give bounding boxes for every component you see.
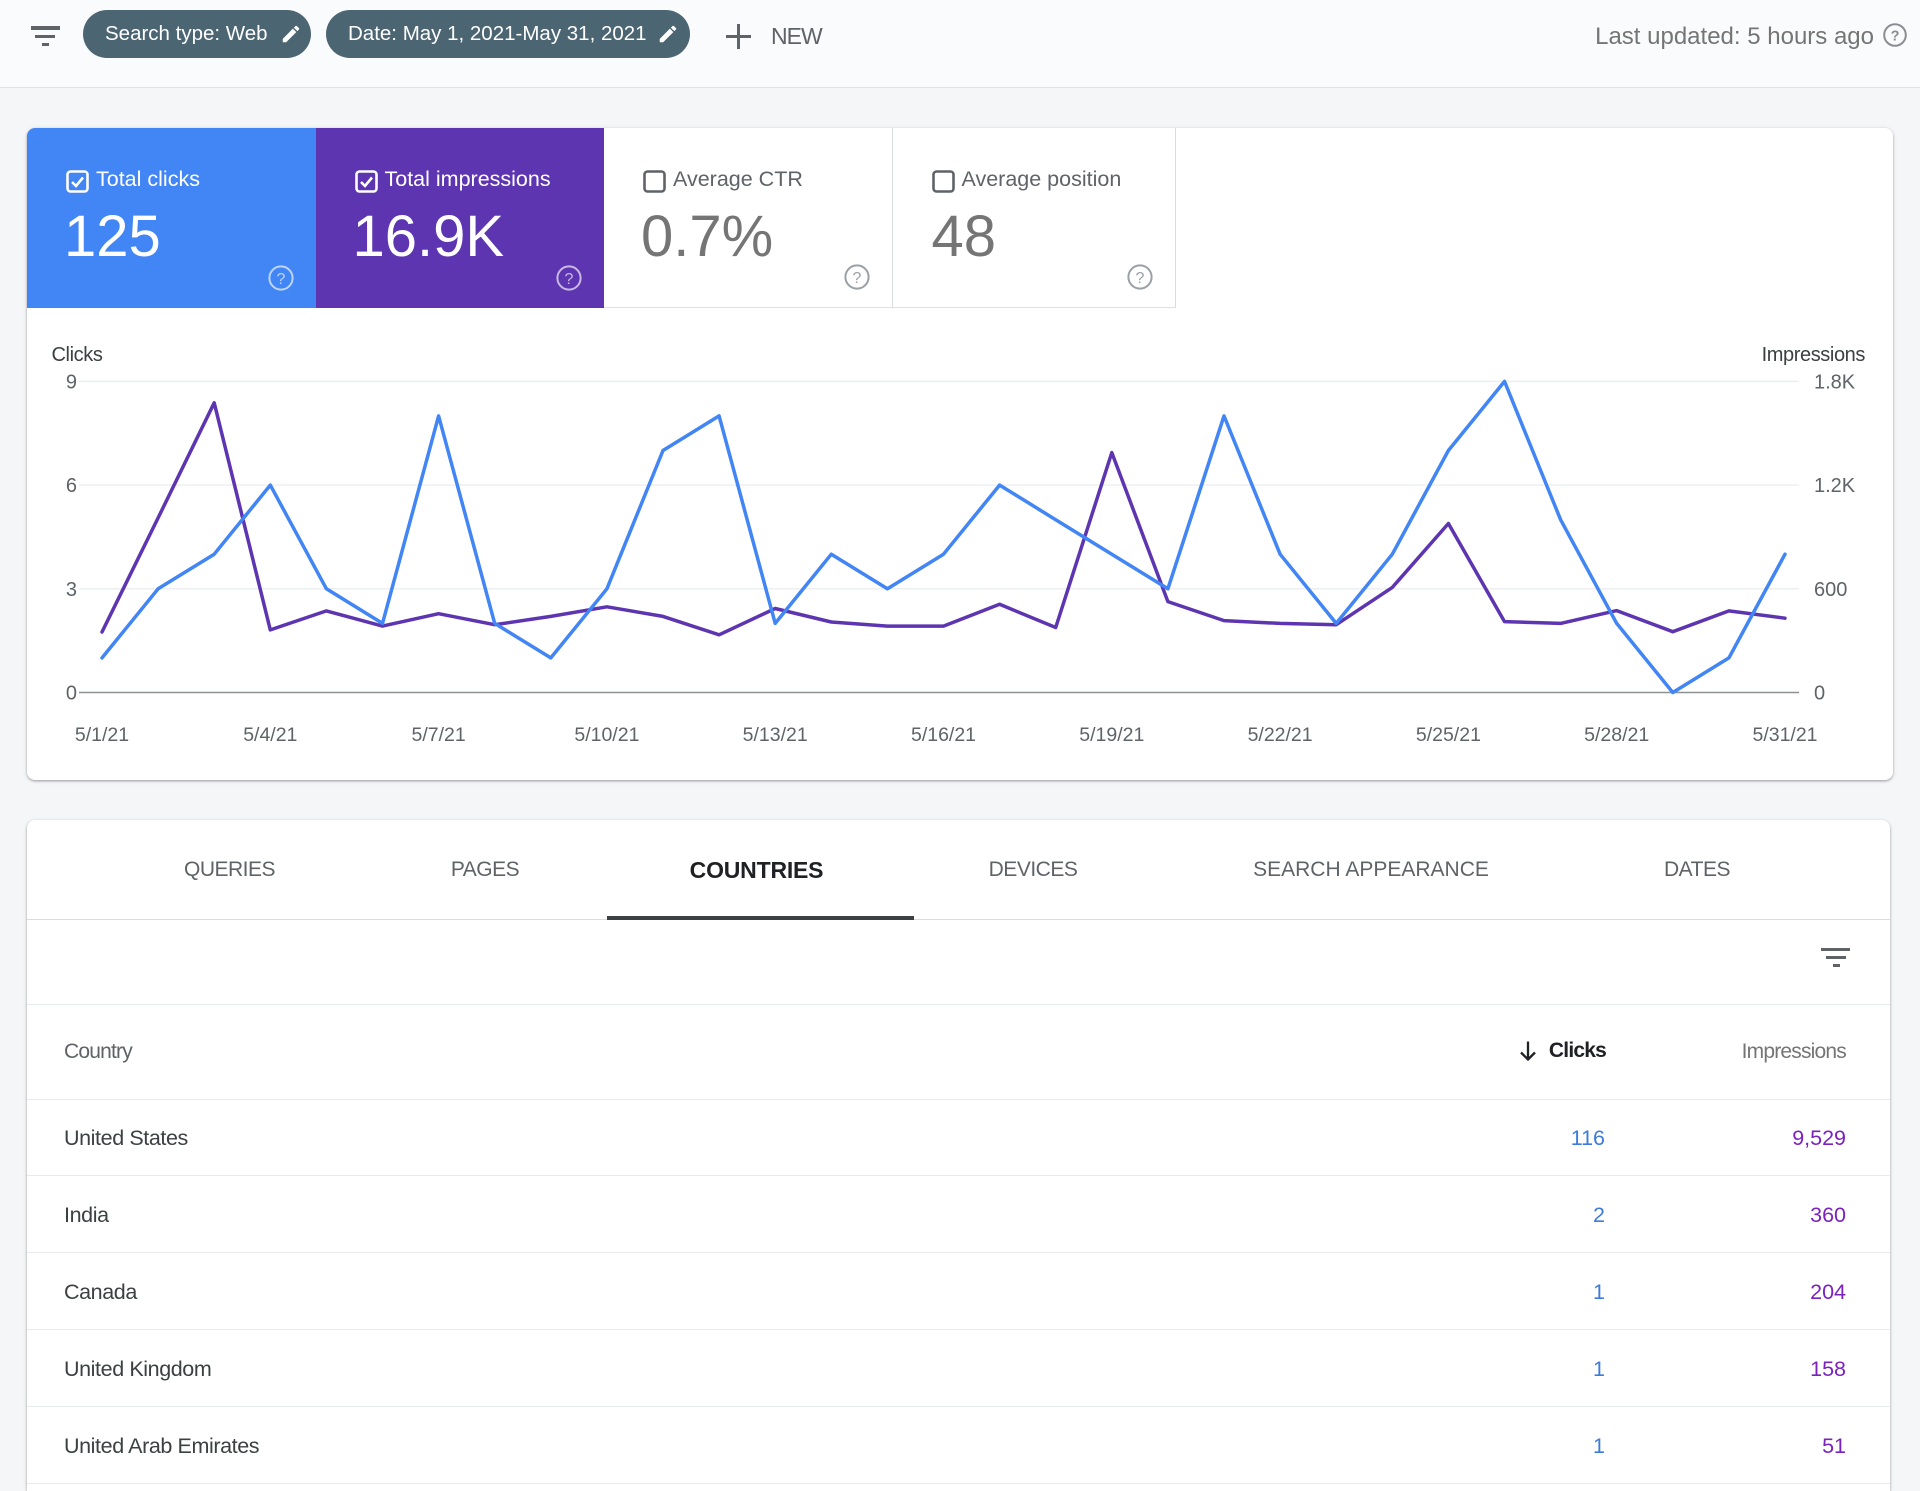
svg-text:6: 6	[66, 475, 77, 497]
svg-text:5/1/21: 5/1/21	[75, 724, 129, 746]
svg-text:?: ?	[565, 271, 574, 288]
svg-text:?: ?	[1891, 29, 1900, 45]
svg-text:1.2K: 1.2K	[1814, 475, 1856, 497]
svg-text:?: ?	[852, 270, 861, 287]
svg-text:600: 600	[1814, 579, 1847, 601]
svg-text:5/31/21: 5/31/21	[1752, 724, 1817, 746]
svg-text:1.8K: 1.8K	[1814, 371, 1856, 393]
svg-text:?: ?	[276, 271, 285, 288]
svg-text:3: 3	[66, 579, 77, 601]
svg-text:5/19/21: 5/19/21	[1079, 724, 1144, 746]
svg-text:5/10/21: 5/10/21	[574, 724, 639, 746]
svg-text:9: 9	[66, 371, 77, 393]
svg-text:Clicks: Clicks	[52, 344, 103, 366]
svg-text:5/16/21: 5/16/21	[911, 724, 976, 746]
svg-text:5/13/21: 5/13/21	[743, 724, 808, 746]
svg-text:5/25/21: 5/25/21	[1416, 724, 1481, 746]
svg-text:0: 0	[66, 683, 77, 705]
svg-text:5/22/21: 5/22/21	[1248, 724, 1313, 746]
svg-text:0: 0	[1814, 683, 1825, 705]
svg-text:5/28/21: 5/28/21	[1584, 724, 1649, 746]
svg-text:?: ?	[1136, 270, 1145, 287]
svg-text:5/7/21: 5/7/21	[411, 724, 465, 746]
svg-text:Impressions: Impressions	[1762, 344, 1866, 366]
svg-text:5/4/21: 5/4/21	[243, 724, 297, 746]
